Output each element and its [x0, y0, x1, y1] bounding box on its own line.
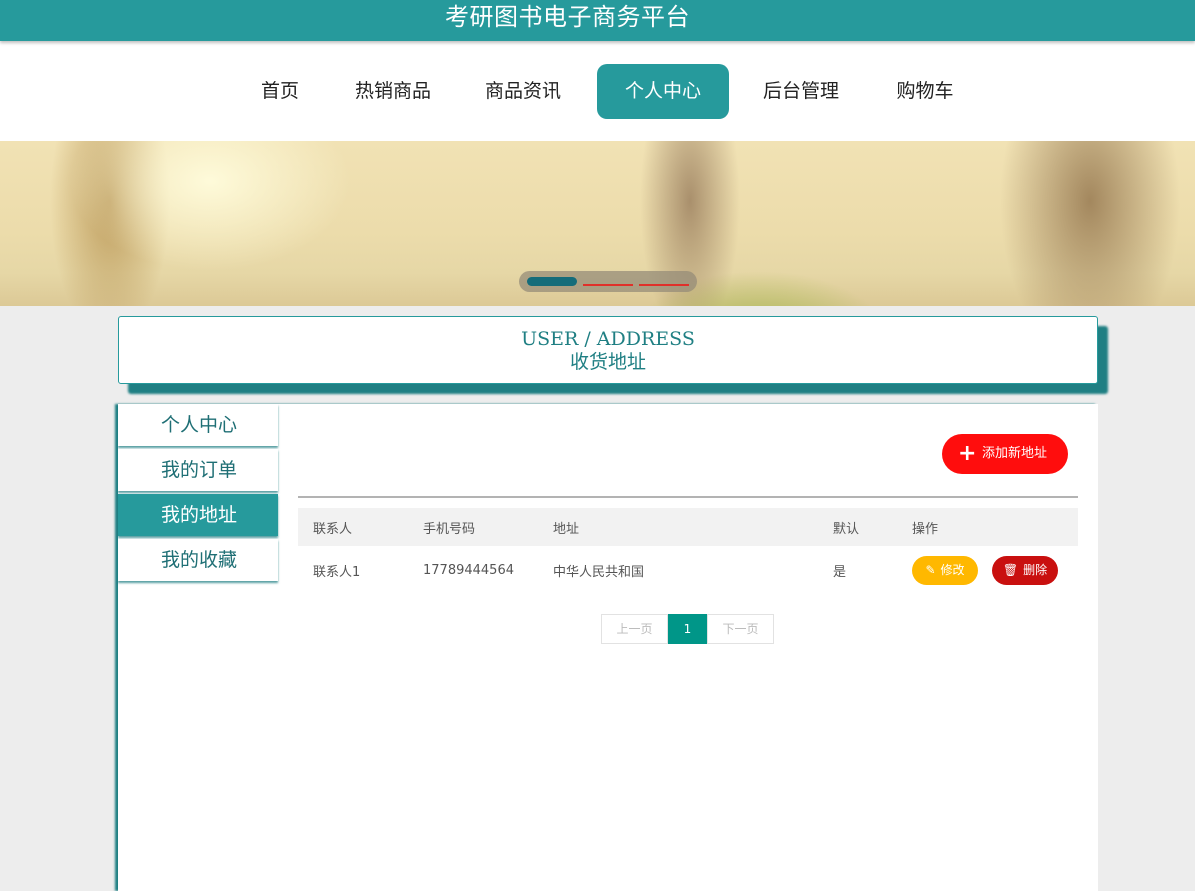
col-phone: 手机号码 [408, 508, 538, 546]
nav-admin[interactable]: 后台管理 [758, 64, 844, 119]
sidebar-item-favorites[interactable]: 我的收藏 [118, 539, 278, 581]
site-title: 考研图书电子商务平台 [445, 3, 690, 31]
col-default: 默认 [818, 508, 897, 546]
edit-button[interactable]: ✎ 修改 [912, 556, 978, 585]
cell-default: 是 [833, 565, 847, 580]
col-actions: 操作 [897, 508, 1078, 546]
banner-carousel [0, 141, 1195, 306]
cell-actions: ✎ 修改 🗑 删除 [897, 546, 1078, 595]
sidebar-item-address[interactable]: 我的地址 [118, 494, 278, 536]
page-title-en: USER / ADDRESS [521, 328, 695, 350]
carousel-dot-3[interactable] [639, 284, 689, 286]
user-sidebar: 个人中心 我的订单 我的地址 我的收藏 [118, 404, 278, 584]
sidebar-item-orders[interactable]: 我的订单 [118, 449, 278, 491]
content-panel: 个人中心 我的订单 我的地址 我的收藏 + 添加新地址 联系人 手机号码 地址 … [118, 404, 1098, 891]
prev-page-button[interactable]: 上一页 [601, 614, 668, 644]
pagination: 上一页 1 下一页 [601, 614, 774, 644]
top-bar: 考研图书电子商务平台 [0, 0, 1195, 41]
cell-contact: 联系人1 [313, 565, 361, 580]
pencil-icon: ✎ [925, 563, 936, 577]
carousel-dot-1[interactable] [527, 277, 577, 286]
page-1-button[interactable]: 1 [668, 614, 707, 644]
nav-user-center[interactable]: 个人中心 [597, 64, 729, 119]
nav-hot-products[interactable]: 热销商品 [350, 64, 436, 119]
table-header-row: 联系人 手机号码 地址 默认 操作 [298, 508, 1078, 546]
page-heading: USER / ADDRESS 收货地址 [118, 316, 1098, 384]
address-table: 联系人 手机号码 地址 默认 操作 联系人1 17789444564 中华人民共… [298, 508, 1078, 595]
delete-button[interactable]: 🗑 删除 [992, 556, 1058, 585]
carousel-indicators [519, 271, 697, 292]
col-address: 地址 [538, 508, 818, 546]
add-address-label: 添加新地址 [982, 446, 1048, 461]
cell-address: 中华人民共和国 [553, 565, 645, 580]
nav-home[interactable]: 首页 [258, 64, 302, 119]
delete-label: 删除 [1023, 563, 1048, 577]
sidebar-item-user-center[interactable]: 个人中心 [118, 404, 278, 446]
next-page-button[interactable]: 下一页 [707, 614, 774, 644]
nav-product-news[interactable]: 商品资讯 [480, 64, 566, 119]
edit-label: 修改 [940, 563, 965, 577]
main-nav: 首页 热销商品 商品资讯 个人中心 后台管理 购物车 [0, 41, 1195, 141]
trash-icon: 🗑 [1002, 563, 1019, 577]
nav-cart[interactable]: 购物车 [892, 64, 958, 119]
add-address-button[interactable]: + 添加新地址 [942, 434, 1068, 474]
plus-icon: + [958, 441, 977, 466]
cell-phone: 17789444564 [423, 563, 514, 578]
divider [298, 496, 1078, 498]
page-title-cn: 收货地址 [569, 351, 646, 373]
col-contact: 联系人 [298, 508, 408, 546]
table-row: 联系人1 17789444564 中华人民共和国 是 ✎ 修改 🗑 删除 [298, 546, 1078, 595]
carousel-dot-2[interactable] [583, 284, 633, 286]
